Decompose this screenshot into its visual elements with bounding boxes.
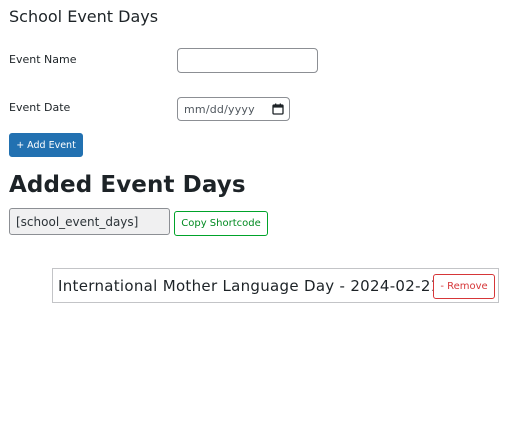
event-date-placeholder: mm/dd/yyyy — [184, 102, 255, 116]
calendar-icon[interactable] — [267, 98, 289, 120]
event-list: International Mother Language Day - 2024… — [52, 268, 499, 303]
event-date-input[interactable]: mm/dd/yyyy — [177, 97, 290, 121]
copy-shortcode-button[interactable]: Copy Shortcode — [174, 211, 268, 236]
list-item: International Mother Language Day - 2024… — [53, 269, 498, 302]
event-date-label: Event Date — [9, 101, 71, 114]
shortcode-field[interactable]: [school_event_days] — [9, 208, 170, 235]
added-events-heading: Added Event Days — [9, 172, 246, 198]
page-title: School Event Days — [9, 7, 159, 26]
event-name-input[interactable] — [177, 48, 318, 73]
remove-event-button[interactable]: - Remove — [433, 274, 495, 299]
event-name-label: Event Name — [9, 53, 77, 66]
event-item-text: International Mother Language Day - 2024… — [58, 277, 441, 295]
add-event-button[interactable]: + Add Event — [9, 133, 83, 157]
